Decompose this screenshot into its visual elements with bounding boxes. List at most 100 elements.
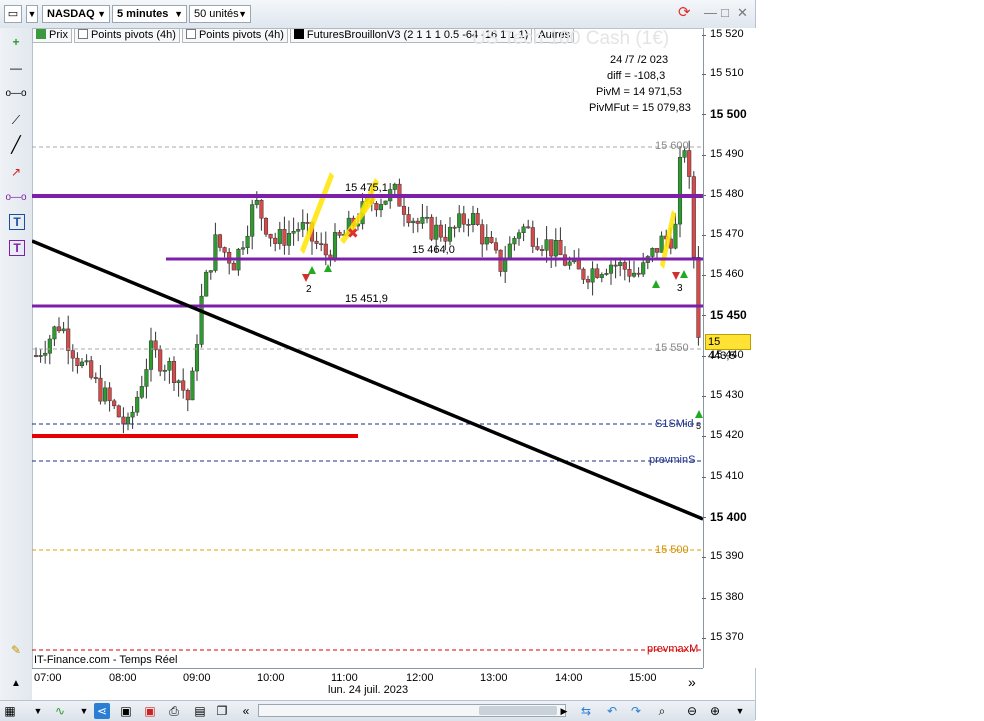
- minimize-icon[interactable]: —: [704, 5, 717, 20]
- legend-pivots-1[interactable]: Points pivots (4h): [73, 28, 180, 43]
- time-tick: 13:00: [480, 672, 508, 684]
- info-diff: diff = -108,3: [607, 70, 666, 82]
- candle-body: [135, 396, 140, 413]
- candle-body: [208, 270, 213, 273]
- candle-body: [98, 377, 103, 402]
- candle-body: [374, 203, 379, 211]
- sell-signal-arrow: [302, 274, 310, 282]
- trendline-icon[interactable]: ╱: [4, 136, 28, 156]
- timeframe-select[interactable]: 5 minutes ▼: [112, 5, 187, 23]
- price-tick: 15 430: [702, 389, 744, 401]
- rewind-icon[interactable]: «: [238, 703, 254, 719]
- candle-body: [618, 262, 623, 266]
- drawing-toolbar: + — o—o ⟋ ╱ ↗ o—o T T ✎ ▲: [0, 28, 33, 700]
- candle-body: [434, 224, 439, 240]
- layout-dropdown-icon[interactable]: ▼: [30, 703, 46, 719]
- text-box-tool-icon[interactable]: T: [9, 240, 25, 256]
- candle-body: [38, 355, 43, 357]
- add-indicator-icon[interactable]: +: [4, 32, 28, 52]
- candle-body: [162, 369, 167, 372]
- level-label-15600: 15 600: [655, 140, 689, 152]
- candle-body: [158, 349, 163, 372]
- candle-body: [585, 279, 591, 283]
- pencil-icon[interactable]: ✎: [4, 640, 28, 660]
- ray-icon[interactable]: ⟋: [4, 110, 28, 130]
- candle-body: [526, 226, 531, 229]
- candle-body: [521, 226, 526, 234]
- legend-pivots-2[interactable]: Points pivots (4h): [181, 28, 288, 43]
- price-tick: 15 390: [702, 550, 744, 562]
- level-label-prevmaxm: prevmaxM: [647, 643, 699, 655]
- candle-body: [337, 232, 342, 236]
- candle-body: [139, 386, 144, 398]
- grid-icon[interactable]: ▦: [2, 703, 18, 719]
- price-chart[interactable]: ✖: [32, 44, 703, 668]
- redo-icon[interactable]: ↷: [628, 703, 644, 719]
- symbol-select[interactable]: NASDAQ ▼: [42, 5, 110, 23]
- units-select[interactable]: 50 unités ▼: [189, 5, 251, 23]
- zoom-out-icon[interactable]: ⊖: [684, 703, 700, 719]
- channel-icon[interactable]: o—o: [4, 188, 28, 208]
- sell-signal-arrow: [672, 272, 680, 280]
- chart-scrollbar[interactable]: [258, 704, 566, 717]
- candle-body: [61, 328, 66, 332]
- candle-body: [296, 229, 301, 232]
- candle-body: [47, 338, 52, 354]
- indicator-icon[interactable]: ∿: [52, 703, 68, 719]
- zoom-dropdown-icon[interactable]: ▼: [732, 703, 748, 719]
- info-pivm: PivM = 14 971,53: [596, 86, 682, 98]
- chart-type-icon[interactable]: ▭: [4, 5, 22, 23]
- indicator-dropdown-icon[interactable]: ▼: [76, 703, 92, 719]
- candle-body: [181, 380, 186, 391]
- candle-body: [314, 240, 319, 244]
- time-tick: 15:00: [629, 672, 657, 684]
- candle-body: [516, 232, 522, 239]
- refresh-icon[interactable]: ⟳: [678, 3, 691, 21]
- zoom-window-icon[interactable]: ⌕: [654, 703, 670, 719]
- fit-icon[interactable]: ⇆: [578, 703, 594, 719]
- signal-number-5: 5: [696, 421, 702, 431]
- candle-body: [66, 328, 71, 351]
- annotation-15451: 15 451,9: [345, 293, 388, 305]
- time-axis[interactable]: 07:00 08:00 09:00 10:00 11:00 12:00 13:0…: [32, 668, 703, 701]
- order-icon[interactable]: ▣: [142, 703, 158, 719]
- scrollbar-thumb[interactable]: [479, 706, 557, 715]
- scroll-right-icon[interactable]: ▶: [556, 703, 572, 719]
- scroll-right-more-icon[interactable]: »: [688, 674, 696, 690]
- signal-number-3: 3: [677, 283, 683, 294]
- candle-body: [636, 272, 641, 275]
- horizontal-line-icon[interactable]: —: [4, 58, 28, 78]
- candle-body: [259, 200, 264, 219]
- candle-body: [475, 213, 480, 225]
- candle-body: [673, 223, 678, 249]
- close-icon[interactable]: ✕: [737, 5, 748, 21]
- segment-icon[interactable]: o—o: [4, 84, 28, 104]
- text-tool-icon[interactable]: T: [9, 214, 25, 230]
- price-tick: 15 470: [702, 228, 744, 240]
- candle-body: [282, 229, 287, 246]
- candle-body: [84, 360, 89, 363]
- alert-icon[interactable]: ▣: [118, 703, 134, 719]
- candle-body: [590, 268, 595, 283]
- share-icon[interactable]: ⋖: [94, 703, 110, 719]
- copy-icon[interactable]: ❐: [214, 703, 230, 719]
- maximize-icon[interactable]: □: [721, 5, 729, 20]
- print-icon[interactable]: ⎙: [166, 703, 182, 719]
- candle-body: [480, 224, 485, 245]
- price-tick: 15 370: [702, 631, 744, 643]
- chart-type-dropdown[interactable]: ▼: [26, 5, 38, 23]
- candle-body: [70, 350, 75, 359]
- cross-signal-icon: ✖: [347, 225, 359, 241]
- scroll-up-icon[interactable]: ▲: [4, 674, 28, 694]
- candle-body: [240, 247, 246, 250]
- arrow-line-icon[interactable]: ↗: [4, 162, 28, 182]
- save-icon[interactable]: ▤: [192, 703, 208, 719]
- undo-icon[interactable]: ↶: [604, 703, 620, 719]
- candle-body: [75, 357, 80, 367]
- candle-body: [599, 274, 604, 278]
- trend-line: [32, 239, 703, 521]
- zoom-in-icon[interactable]: ⊕: [707, 703, 723, 719]
- candle-body: [319, 243, 324, 246]
- legend-price[interactable]: Prix: [32, 28, 72, 43]
- time-tick: 07:00: [34, 672, 62, 684]
